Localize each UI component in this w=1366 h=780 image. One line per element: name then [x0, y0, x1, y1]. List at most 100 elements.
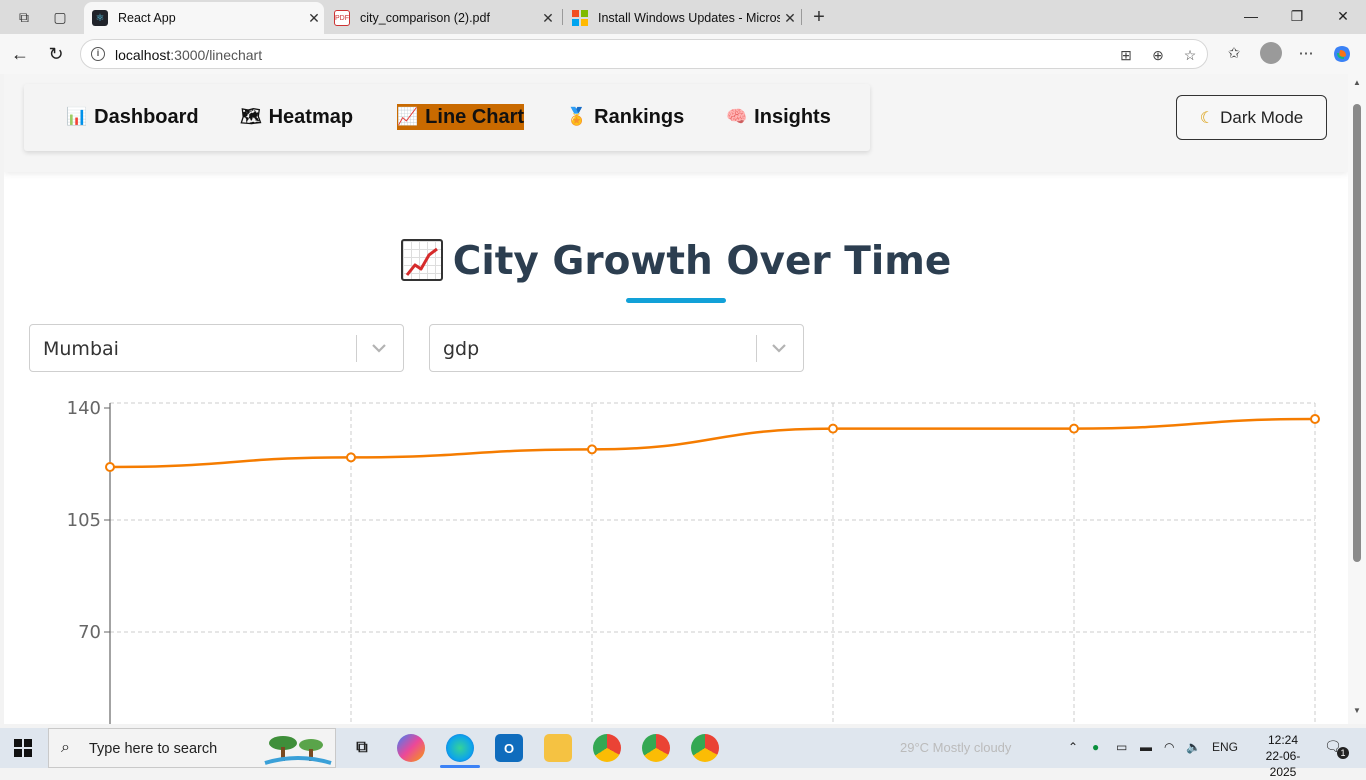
copilot-taskbar-icon[interactable]: [397, 734, 425, 762]
metric-select-value: gdp: [443, 338, 480, 360]
nav-line-chart[interactable]: 📈 Line Chart: [397, 104, 525, 130]
clock-date: 22-06-2025: [1265, 749, 1301, 779]
data-point: [587, 444, 597, 455]
tab-react-app[interactable]: ⚛ React App ✕: [84, 2, 324, 34]
tab-actions-icon[interactable]: ▢: [50, 7, 70, 27]
title-underline: [626, 298, 726, 303]
close-tab-icon[interactable]: ✕: [304, 10, 324, 27]
url-text: localhost:3000/linechart: [115, 47, 262, 63]
file-explorer-icon[interactable]: [544, 734, 572, 762]
tray-overflow-icon[interactable]: ⌃: [1068, 740, 1078, 754]
chevron-down-icon[interactable]: [369, 335, 389, 359]
data-point: [828, 423, 838, 434]
app-available-icon[interactable]: ⊞: [1117, 46, 1135, 64]
outlook-taskbar-icon[interactable]: O: [495, 734, 523, 762]
site-info-icon[interactable]: i: [91, 47, 105, 61]
y-axis-tick-label: 105: [67, 510, 101, 531]
chart-increasing-icon: [400, 238, 443, 281]
page-title: City Growth Over Time: [4, 238, 1348, 285]
select-separator: [756, 335, 757, 362]
line-chart-icon: 📈: [397, 107, 419, 126]
restore-icon[interactable]: ❐: [1274, 0, 1320, 34]
edge-taskbar-icon[interactable]: [440, 734, 480, 768]
windows-taskbar: ⌕ Type here to search ⧉ O 29°C Mostly cl…: [0, 728, 1366, 779]
clock-time: 12:24: [1267, 733, 1299, 747]
nav-label: Dashboard: [94, 105, 199, 128]
update-tray-icon[interactable]: ●: [1092, 740, 1099, 754]
map-icon: 🗺: [240, 107, 262, 126]
workspaces-icon[interactable]: ⧉: [14, 7, 34, 27]
minimize-icon[interactable]: —: [1228, 0, 1274, 34]
back-icon[interactable]: ←: [9, 43, 31, 65]
weather-widget[interactable]: 29°C Mostly cloudy: [900, 740, 1011, 755]
notification-badge: 1: [1337, 747, 1349, 759]
zoom-icon[interactable]: ⊕: [1149, 46, 1167, 64]
select-separator: [356, 335, 357, 362]
close-tab-icon[interactable]: ✕: [780, 10, 800, 27]
system-clock[interactable]: 12:24 22-06-2025: [1258, 732, 1308, 780]
tab-title: city_comparison (2).pdf: [360, 11, 490, 25]
line-chart: 140 105 70: [67, 398, 1320, 724]
nav-label: Insights: [754, 105, 831, 128]
city-select-value: Mumbai: [43, 338, 119, 360]
task-view-icon[interactable]: ⧉: [348, 734, 376, 762]
language-indicator[interactable]: ENG: [1212, 740, 1238, 754]
pdf-icon: PDF: [334, 10, 350, 26]
scroll-up-icon[interactable]: ▲: [1352, 78, 1362, 87]
tab-title: React App: [118, 11, 176, 25]
url-input[interactable]: i localhost:3000/linechart ⊞ ⊕ ☆: [80, 39, 1208, 69]
nav-label: Line Chart: [425, 105, 525, 128]
scrollbar-thumb[interactable]: [1353, 104, 1361, 562]
chrome-profile-2-icon[interactable]: [642, 734, 670, 762]
chevron-down-icon[interactable]: [769, 335, 789, 359]
taskbar-search-input[interactable]: ⌕ Type here to search: [48, 728, 336, 768]
chrome-profile-3-icon[interactable]: [691, 734, 719, 762]
device-tray-icon[interactable]: ▭: [1116, 740, 1127, 754]
more-menu-icon[interactable]: ⋯: [1296, 44, 1316, 64]
close-tab-icon[interactable]: ✕: [538, 10, 558, 27]
nav-card: 📊 Dashboard 🗺 Heatmap 📈 Line Chart 🏅 Ran…: [24, 84, 870, 151]
moon-icon: ☾: [1199, 109, 1215, 127]
favorite-star-icon[interactable]: ☆: [1181, 46, 1199, 64]
y-axis-tick-label: 70: [78, 622, 101, 643]
nav-label: Heatmap: [268, 105, 354, 128]
windows-start-icon[interactable]: [14, 739, 32, 757]
wifi-icon[interactable]: ◠: [1164, 740, 1174, 754]
dark-mode-button[interactable]: ☾ Dark Mode: [1176, 95, 1327, 140]
favorites-icon[interactable]: ✩: [1224, 44, 1244, 64]
tab-windows-updates[interactable]: Install Windows Updates - Micros ✕: [564, 2, 800, 34]
tab-separator: [801, 9, 802, 25]
url-host: localhost: [115, 47, 171, 63]
scroll-down-icon[interactable]: ▼: [1352, 706, 1362, 715]
data-point: [1069, 423, 1079, 434]
nav-insights[interactable]: 🧠 Insights: [726, 104, 831, 130]
address-bar-row: ← ↻ i localhost:3000/linechart ⊞ ⊕ ☆ ✩ ⋯: [0, 34, 1366, 74]
data-point: [346, 452, 356, 463]
data-point: [1310, 414, 1320, 424]
profile-avatar[interactable]: [1260, 42, 1282, 64]
battery-icon[interactable]: ▬: [1140, 740, 1152, 754]
search-placeholder: Type here to search: [89, 741, 218, 757]
page-viewport: 📊 Dashboard 🗺 Heatmap 📈 Line Chart 🏅 Ran…: [4, 74, 1348, 724]
page-title-text: City Growth Over Time: [452, 239, 952, 284]
tab-separator: [562, 9, 563, 25]
nav-rankings[interactable]: 🏅 Rankings: [566, 104, 684, 130]
y-axis-tick-label: 140: [67, 398, 101, 419]
chrome-profile-1-icon[interactable]: [593, 734, 621, 762]
close-window-icon[interactable]: ✕: [1320, 0, 1366, 34]
city-select[interactable]: Mumbai: [29, 324, 404, 372]
volume-muted-icon[interactable]: 🔈: [1186, 740, 1201, 754]
tab-pdf[interactable]: PDF city_comparison (2).pdf ✕: [326, 2, 558, 34]
bar-chart-icon: 📊: [66, 107, 88, 126]
microsoft-icon: [572, 10, 588, 26]
top-nav-bar: 📊 Dashboard 🗺 Heatmap 📈 Line Chart 🏅 Ran…: [4, 74, 1348, 172]
search-highlight-image: [264, 736, 332, 765]
nav-heatmap[interactable]: 🗺 Heatmap: [240, 104, 353, 130]
metric-select[interactable]: gdp: [429, 324, 804, 372]
new-tab-icon[interactable]: +: [809, 7, 829, 27]
tab-title: Install Windows Updates - Micros: [598, 11, 780, 25]
copilot-icon[interactable]: [1332, 44, 1352, 64]
refresh-icon[interactable]: ↻: [45, 43, 67, 65]
nav-dashboard[interactable]: 📊 Dashboard: [66, 104, 199, 130]
page-scrollbar[interactable]: ▲ ▼: [1348, 74, 1366, 724]
